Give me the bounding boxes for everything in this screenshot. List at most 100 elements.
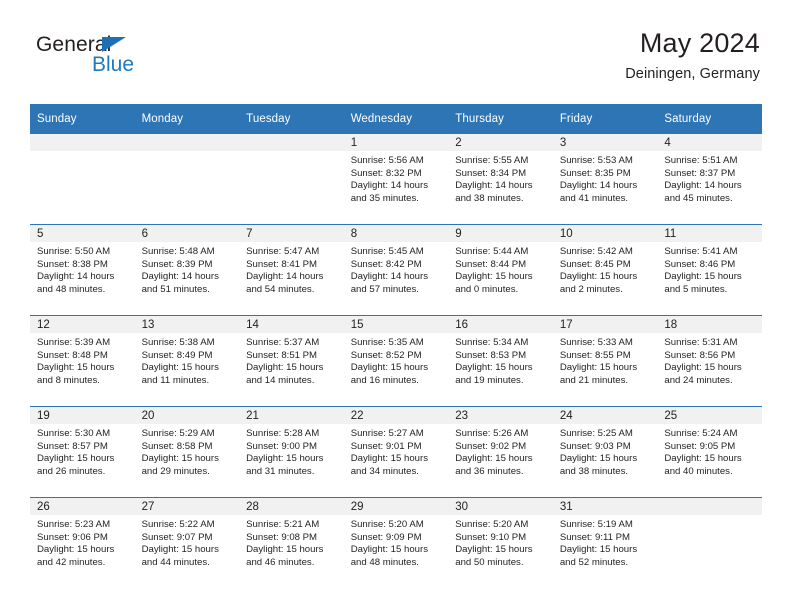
general-blue-logo[interactable]: General Blue (36, 34, 236, 86)
sunrise-time: Sunrise: 5:28 AM (246, 428, 320, 439)
daylight-duration-line2: and 50 minutes. (455, 556, 524, 568)
sunset-time: Sunset: 9:06 PM (37, 531, 108, 543)
sunrise-time: Sunrise: 5:20 AM (455, 519, 529, 530)
day-number: 24 (552, 407, 658, 424)
day-sun-info: Sunrise: 5:28 AM Sunset: 9:00 PM Daylight:… (239, 424, 344, 478)
daylight-duration-line1: Daylight: 15 hours (246, 362, 324, 374)
sunrise-time: Sunrise: 5:37 AM (246, 337, 320, 348)
daylight-duration-line1: Daylight: 15 hours (455, 544, 533, 556)
calendar-day-cell[interactable]: 4 Sunrise: 5:51 AM Sunset: 8:37 PM Daylight… (657, 134, 762, 225)
daylight-duration-line2: and 36 minutes. (455, 465, 524, 477)
calendar-day-cell[interactable]: 20 Sunrise: 5:29 AM Sunset: 8:58 PM Dayligh… (134, 406, 240, 498)
sunset-time: Sunset: 8:52 PM (350, 349, 422, 361)
daylight-duration-line1: Daylight: 15 hours (455, 453, 533, 465)
calendar-day-cell[interactable]: 31 Sunrise: 5:19 AM Sunset: 9:11 PM Dayligh… (552, 497, 658, 588)
calendar-day-cell[interactable]: 11 Sunrise: 5:41 AM Sunset: 8:46 PM Dayligh… (657, 224, 762, 316)
sunset-time: Sunset: 8:32 PM (350, 167, 422, 179)
sunrise-time: Sunrise: 5:47 AM (246, 246, 320, 257)
day-number: 15 (343, 316, 449, 333)
day-number: 11 (657, 225, 762, 242)
calendar-day-cell[interactable]: 15 Sunrise: 5:35 AM Sunset: 8:52 PM Dayligh… (343, 315, 449, 407)
calendar-day-cell[interactable]: 21 Sunrise: 5:28 AM Sunset: 9:00 PM Dayligh… (239, 406, 344, 498)
day-number: 10 (552, 225, 658, 242)
day-number: 4 (657, 134, 762, 151)
day-sun-info: Sunrise: 5:53 AM Sunset: 8:35 PM Daylight:… (553, 151, 658, 205)
calendar-day-cell[interactable]: 12 Sunrise: 5:39 AM Sunset: 8:48 PM Dayligh… (30, 315, 135, 407)
calendar-day-cell-empty (30, 134, 135, 225)
daylight-duration-line1: Daylight: 14 hours (246, 271, 324, 283)
daylight-duration-line1: Daylight: 15 hours (37, 453, 115, 465)
calendar-day-cell[interactable]: 22 Sunrise: 5:27 AM Sunset: 9:01 PM Dayligh… (343, 406, 449, 498)
title-block: May 2024 Deiningen, Germany (625, 28, 760, 83)
day-number: 14 (239, 316, 344, 333)
sunset-time: Sunset: 8:57 PM (37, 440, 108, 452)
calendar-day-cell[interactable]: 10 Sunrise: 5:42 AM Sunset: 8:45 PM Dayligh… (552, 224, 658, 316)
weekday-header-saturday: Saturday (657, 104, 762, 134)
sunrise-time: Sunrise: 5:26 AM (455, 428, 529, 439)
daylight-duration-line1: Daylight: 15 hours (559, 544, 638, 556)
daylight-duration-line1: Daylight: 15 hours (350, 544, 429, 556)
calendar-day-cell[interactable]: 24 Sunrise: 5:25 AM Sunset: 9:03 PM Dayligh… (552, 406, 658, 498)
calendar-day-cell[interactable]: 9 Sunrise: 5:44 AM Sunset: 8:44 PM Daylight… (448, 224, 553, 316)
calendar-day-cell[interactable]: 25 Sunrise: 5:24 AM Sunset: 9:05 PM Dayligh… (657, 406, 762, 498)
calendar-day-cell-empty (134, 134, 240, 225)
sunrise-time: Sunrise: 5:21 AM (246, 519, 320, 530)
sunrise-time: Sunrise: 5:25 AM (559, 428, 633, 439)
calendar-day-cell[interactable]: 29 Sunrise: 5:20 AM Sunset: 9:09 PM Dayligh… (343, 497, 449, 588)
daylight-duration-line1: Daylight: 14 hours (350, 180, 429, 192)
sunset-time: Sunset: 8:51 PM (246, 349, 318, 361)
sunrise-time: Sunrise: 5:44 AM (455, 246, 529, 257)
calendar-day-cell[interactable]: 3 Sunrise: 5:53 AM Sunset: 8:35 PM Daylight… (552, 134, 658, 225)
day-number: 16 (448, 316, 553, 333)
calendar-day-cell[interactable]: 28 Sunrise: 5:21 AM Sunset: 9:08 PM Dayligh… (239, 497, 344, 588)
calendar-day-cell[interactable]: 14 Sunrise: 5:37 AM Sunset: 8:51 PM Dayligh… (239, 315, 344, 407)
day-sun-info: Sunrise: 5:21 AM Sunset: 9:08 PM Daylight:… (239, 515, 344, 569)
daylight-duration-line1: Daylight: 14 hours (664, 180, 742, 192)
calendar-day-cell[interactable]: 5 Sunrise: 5:50 AM Sunset: 8:38 PM Daylight… (30, 224, 135, 316)
sunset-time: Sunset: 9:08 PM (246, 531, 318, 543)
logo-text-general: General (36, 33, 112, 56)
calendar-day-cell[interactable]: 13 Sunrise: 5:38 AM Sunset: 8:49 PM Dayligh… (134, 315, 240, 407)
calendar-day-cell[interactable]: 27 Sunrise: 5:22 AM Sunset: 9:07 PM Dayligh… (134, 497, 240, 588)
sunrise-time: Sunrise: 5:39 AM (37, 337, 111, 348)
day-sun-info: Sunrise: 5:38 AM Sunset: 8:49 PM Daylight:… (135, 333, 240, 387)
calendar-day-cell[interactable]: 18 Sunrise: 5:31 AM Sunset: 8:56 PM Dayligh… (657, 315, 762, 407)
sunrise-time: Sunrise: 5:33 AM (559, 337, 633, 348)
day-number: 19 (30, 407, 135, 424)
calendar-day-cell[interactable]: 23 Sunrise: 5:26 AM Sunset: 9:02 PM Dayligh… (448, 406, 553, 498)
day-number: 20 (134, 407, 240, 424)
calendar-week-row: 5 Sunrise: 5:50 AM Sunset: 8:38 PM Daylight… (30, 224, 762, 316)
calendar-day-cell[interactable]: 19 Sunrise: 5:30 AM Sunset: 8:57 PM Dayligh… (30, 406, 135, 498)
day-number: 8 (343, 225, 449, 242)
day-sun-info: Sunrise: 5:26 AM Sunset: 9:02 PM Daylight:… (448, 424, 553, 478)
day-sun-info: Sunrise: 5:45 AM Sunset: 8:42 PM Daylight:… (344, 242, 449, 296)
calendar-day-cell[interactable]: 7 Sunrise: 5:47 AM Sunset: 8:41 PM Daylight… (239, 224, 344, 316)
day-number (134, 134, 240, 151)
day-number: 27 (134, 498, 240, 515)
day-sun-info: Sunrise: 5:20 AM Sunset: 9:09 PM Daylight:… (344, 515, 449, 569)
daylight-duration-line2: and 21 minutes. (559, 374, 629, 386)
daylight-duration-line1: Daylight: 15 hours (455, 362, 533, 374)
sunset-time: Sunset: 8:49 PM (141, 349, 213, 361)
daylight-duration-line1: Daylight: 15 hours (37, 544, 115, 556)
sunset-time: Sunset: 8:34 PM (455, 167, 527, 179)
calendar-day-cell[interactable]: 30 Sunrise: 5:20 AM Sunset: 9:10 PM Dayligh… (448, 497, 553, 588)
daylight-duration-line1: Daylight: 14 hours (350, 271, 429, 283)
calendar-day-cell[interactable]: 26 Sunrise: 5:23 AM Sunset: 9:06 PM Dayligh… (30, 497, 135, 588)
sunset-time: Sunset: 9:02 PM (455, 440, 527, 452)
sunrise-time: Sunrise: 5:42 AM (559, 246, 633, 257)
calendar-day-cell[interactable]: 6 Sunrise: 5:48 AM Sunset: 8:39 PM Daylight… (134, 224, 240, 316)
calendar-day-cell[interactable]: 17 Sunrise: 5:33 AM Sunset: 8:55 PM Dayligh… (552, 315, 658, 407)
calendar-day-cell[interactable]: 16 Sunrise: 5:34 AM Sunset: 8:53 PM Dayligh… (448, 315, 553, 407)
day-number: 2 (448, 134, 553, 151)
weekday-header-thursday: Thursday (448, 104, 553, 134)
sunset-time: Sunset: 8:38 PM (37, 258, 108, 270)
page-subtitle-location: Deiningen, Germany (625, 66, 760, 83)
day-number: 31 (552, 498, 658, 515)
calendar-day-cell[interactable]: 2 Sunrise: 5:55 AM Sunset: 8:34 PM Daylight… (448, 134, 553, 225)
calendar-day-cell[interactable]: 1 Sunrise: 5:56 AM Sunset: 8:32 PM Daylight… (343, 134, 449, 225)
calendar-day-cell[interactable]: 8 Sunrise: 5:45 AM Sunset: 8:42 PM Daylight… (343, 224, 449, 316)
daylight-duration-line2: and 46 minutes. (246, 556, 315, 568)
day-number (239, 134, 344, 151)
weekday-header-sunday: Sunday (30, 104, 135, 134)
